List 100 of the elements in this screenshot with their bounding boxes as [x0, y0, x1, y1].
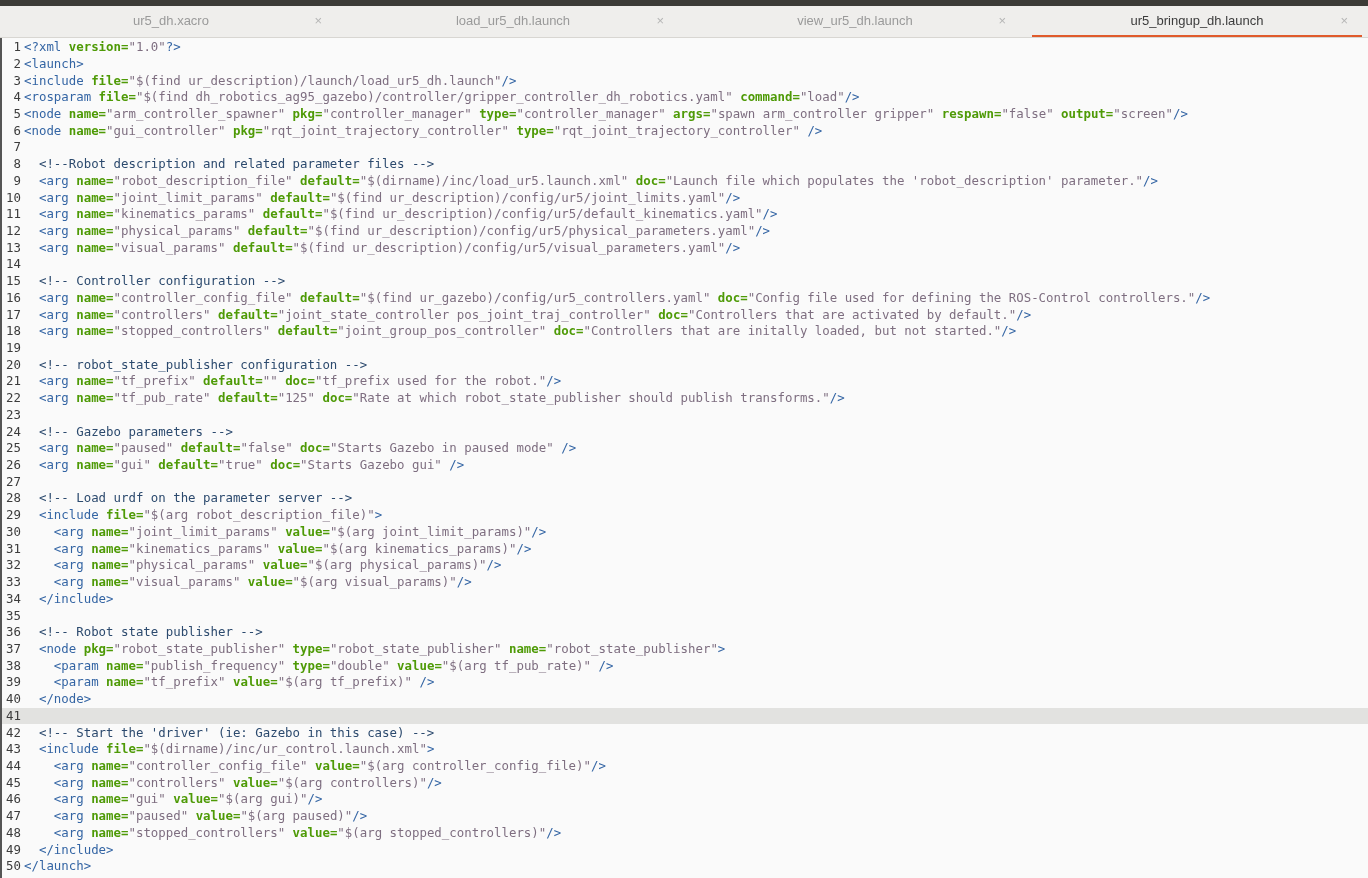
code-line: <launch> [23, 54, 84, 73]
line-number: 5 [12, 104, 22, 123]
close-button[interactable]: × [998, 14, 1006, 27]
line-number: 31 [5, 539, 22, 558]
close-button[interactable]: × [656, 14, 664, 27]
code-line: <arg name="kinematics_params" default="$(find ur_description)/config/ur5/default_kinematics.yaml"/> [37, 205, 778, 224]
line-number: 10 [5, 188, 22, 207]
line-number: 14 [5, 255, 22, 274]
line-number: 50 [5, 857, 22, 876]
line-number: 47 [5, 807, 22, 826]
line-number: 46 [5, 790, 22, 809]
code-line: <arg name="gui" value="$(arg gui)"/> [52, 790, 323, 809]
line-number: 7 [12, 138, 22, 157]
line-number: 18 [5, 322, 22, 341]
editor-tab[interactable]: load_ur5_dh.launch × [348, 6, 678, 37]
line-number: 39 [5, 673, 22, 692]
line-number: 33 [5, 573, 22, 592]
line-number: 21 [5, 372, 22, 391]
line-number: 40 [5, 690, 22, 709]
line-number: 19 [5, 339, 22, 357]
line-number: 11 [5, 205, 22, 224]
line-number: 16 [5, 288, 22, 307]
line-number: 2 [12, 54, 22, 73]
code-line: <arg name="controllers" value="$(arg controllers)"/> [52, 773, 442, 792]
line-number: 25 [5, 439, 22, 458]
line-number: 13 [5, 238, 22, 257]
code-line: <arg name="physical_params" value="$(arg physical_params)"/> [52, 556, 502, 575]
code-line: <param name="tf_prefix" value="$(arg tf_prefix)" /> [52, 673, 435, 692]
code-line: <param name="publish_frequency" type="double" value="$(arg tf_pub_rate)" /> [52, 656, 614, 675]
code-line: <!-- Load urdf on the parameter server --> [37, 489, 353, 508]
code-line: <arg name="controllers" default="joint_state_controller pos_joint_traj_controller" doc="Controllers that are activated by default."/> [37, 305, 1032, 324]
line-number: 28 [5, 489, 22, 508]
line-number: 42 [5, 723, 22, 742]
code-line: <!-- robot_state_publisher configuration --> [37, 355, 368, 374]
line-number: 49 [5, 840, 22, 859]
code-line: <arg name="tf_pub_rate" default="125" doc="Rate at which robot_state_publisher should publish transforms."/> [37, 389, 845, 408]
code-line: <arg name="physical_params" default="$(find ur_description)/config/ur5/physical_parameters.yaml"/> [37, 221, 771, 240]
code-line: <arg name="tf_prefix" default="" doc="tf_prefix used for the robot."/> [37, 372, 562, 391]
code-line: <arg name="gui" default="true" doc="Starts Gazebo gui" /> [37, 456, 465, 475]
editor-tab[interactable]: ur5_bringup_dh.launch × [1032, 6, 1362, 37]
line-number: 8 [12, 155, 22, 174]
code-line: <node pkg="robot_state_publisher" type="robot_state_publisher" name="robot_state_publisher"> [37, 639, 726, 658]
line-number: 29 [5, 506, 22, 525]
code-editor[interactable] [0, 38, 1368, 878]
code-line: <!-- Start the 'driver' (ie: Gazebo in this case) --> [37, 723, 435, 742]
code-line: <arg name="visual_params" default="$(find ur_description)/config/ur5/visual_parameters.yaml"/> [37, 238, 741, 257]
code-line: <node name="gui_controller" pkg="rqt_joint_trajectory_controller" type="rqt_joint_trajectory_controller" /> [23, 121, 823, 140]
close-button[interactable]: × [1340, 14, 1348, 27]
code-line: <arg name="robot_description_file" default="$(dirname)/inc/load_ur5.launch.xml" doc="Launch file which populates the 'robot_description' parameter."/> [37, 171, 1158, 190]
code-line: <arg name="joint_limit_params" default="$(find ur_description)/config/ur5/joint_limits.yaml"/> [37, 188, 741, 207]
code-line: <!-- Robot state publisher --> [37, 623, 263, 642]
line-number: 15 [5, 272, 22, 291]
line-number: 24 [5, 422, 22, 441]
line-number: 20 [5, 355, 22, 374]
line-number: 32 [5, 556, 22, 575]
close-button[interactable]: × [314, 14, 322, 27]
line-number: 35 [5, 606, 22, 625]
line-number: 38 [5, 656, 22, 675]
line-number: 4 [12, 88, 22, 107]
code-line: <arg name="stopped_controllers" default="joint_group_pos_controller" doc="Controllers that are initally loaded, but not started."/> [37, 322, 1017, 341]
code-line: <rosparam file="$(find dh_robotics_ag95_gazebo)/controller/gripper_controller_dh_robotics.yaml" command="load"/> [23, 88, 860, 107]
code-line: <!-- Controller configuration --> [37, 272, 286, 291]
line-number: 9 [12, 171, 22, 190]
code-line: <arg name="stopped_controllers" value="$(arg stopped_controllers)"/> [52, 823, 562, 842]
code-line: <arg name="joint_limit_params" value="$(arg joint_limit_params)"/> [52, 522, 547, 541]
code-line: <node name="arm_controller_spawner" pkg="controller_manager" type="controller_manager" args="spawn arm_controller gripper" respawn="false" output="screen"/> [23, 104, 1188, 123]
line-number: 23 [5, 405, 22, 424]
code-line: </node> [37, 690, 92, 709]
code-line: <!-- Gazebo parameters --> [37, 422, 233, 441]
code-line: <include file="$(dirname)/inc/ur_control.launch.xml"> [37, 740, 435, 759]
line-number: 12 [5, 221, 22, 240]
editor-tab[interactable]: view_ur5_dh.launch × [690, 6, 1020, 37]
line-number: 44 [5, 756, 22, 775]
code-line: <arg name="visual_params" value="$(arg visual_params)"/> [52, 573, 472, 592]
code-line: </include> [37, 840, 114, 859]
code-line: <!--Robot description and related parameter files --> [37, 155, 435, 174]
code-line: <?xml version="1.0"?> [23, 38, 181, 57]
line-number: 17 [5, 305, 22, 324]
code-line: <include file="$(find ur_description)/launch/load_ur5_dh.launch"/> [23, 71, 517, 90]
line-number: 37 [5, 639, 22, 658]
code-line: <arg name="controller_config_file" value="$(arg controller_config_file)"/> [52, 756, 606, 775]
code-line: <arg name="kinematics_params" value="$(arg kinematics_params)"/> [52, 539, 532, 558]
line-number: 3 [12, 71, 22, 90]
line-number: 34 [5, 589, 22, 608]
line-number: 6 [12, 121, 22, 140]
line-number: 22 [5, 389, 22, 408]
line-number: 26 [5, 456, 22, 475]
editor-tab[interactable]: ur5_dh.xacro × [6, 6, 336, 37]
line-number: 41 [5, 706, 22, 725]
line-number: 43 [5, 740, 22, 759]
line-number: 36 [5, 623, 22, 642]
line-number: 48 [5, 823, 22, 842]
line-number: 30 [5, 522, 22, 541]
code-line: <include file="$(arg robot_description_file)"> [37, 506, 383, 525]
line-number: 1 [12, 38, 22, 57]
line-number: 45 [5, 773, 22, 792]
code-line: <arg name="controller_config_file" default="$(find ur_gazebo)/config/ur5_controllers.yaml" doc="Config file used for defining the ROS-Control controllers."/> [37, 288, 1211, 307]
code-line: </include> [37, 589, 114, 608]
code-line: </launch> [23, 857, 92, 876]
code-line: <arg name="paused" default="false" doc="Starts Gazebo in paused mode" /> [37, 439, 577, 458]
